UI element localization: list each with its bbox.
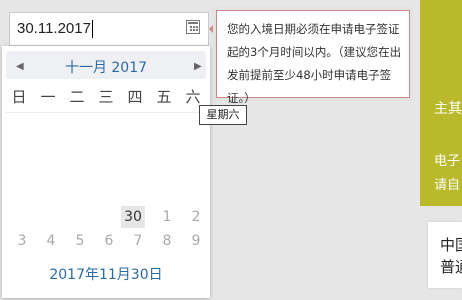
- day-cell-selected[interactable]: 30: [121, 206, 145, 228]
- weekday-fri: 五: [156, 88, 172, 106]
- white-panel-text-1: 中国: [440, 236, 462, 254]
- day-cell[interactable]: 9: [184, 230, 208, 252]
- weekday-sat: 六: [185, 88, 201, 106]
- day-cell[interactable]: 2: [184, 206, 208, 228]
- datepicker-popup: ◀ 十一月 2017 ▶ 日 一 二 三 四 五 六 30 1 2 3 4 5 …: [2, 46, 210, 298]
- notice-pointer: [209, 22, 216, 36]
- weekday-divider: [6, 112, 206, 113]
- today-link[interactable]: 2017年11月30日: [2, 264, 210, 284]
- info-panel-white: 中国普通: [428, 222, 462, 288]
- olive-panel-text-3: 请自: [434, 178, 461, 193]
- text-caret: [92, 20, 93, 38]
- month-title[interactable]: 十一月 2017: [6, 57, 206, 77]
- entry-date-notice: 您的入境日期必须在申请电子签证起的3个月时间以内。（建议您在出发前提前至少48小…: [213, 7, 413, 105]
- entry-date-value: 30.11.2017: [17, 20, 91, 37]
- day-cell[interactable]: 8: [155, 230, 179, 252]
- white-panel-text-2: 普通: [440, 258, 462, 276]
- olive-panel-text-lower: 电子 请自: [434, 150, 460, 198]
- day-cell[interactable]: 7: [126, 230, 150, 252]
- day-cell[interactable]: 1: [155, 206, 179, 228]
- entry-date-field[interactable]: 30.11.2017: [9, 12, 209, 46]
- day-cell[interactable]: 5: [68, 230, 92, 252]
- datepicker-header: ◀ 十一月 2017 ▶: [6, 51, 206, 79]
- weekday-mon: 一: [40, 88, 56, 106]
- weekday-row: 日 一 二 三 四 五 六: [2, 86, 210, 108]
- white-panel-text: 中国普通: [440, 234, 462, 278]
- weekday-thu: 四: [127, 88, 143, 106]
- olive-panel-text: 主其: [434, 101, 462, 117]
- olive-panel-text-2: 电子: [434, 154, 461, 169]
- weekday-sun: 日: [11, 88, 27, 106]
- day-cell[interactable]: 3: [10, 230, 34, 252]
- notice-text: 您的入境日期必须在申请电子签证起的3个月时间以内。（建议您在出发前提前至少48小…: [227, 22, 402, 105]
- next-month-icon[interactable]: ▶: [194, 61, 202, 72]
- weekday-tooltip: 星期六: [199, 105, 247, 125]
- calendar-icon[interactable]: [186, 20, 200, 34]
- info-panel-olive: 主其 电子 请自: [420, 0, 462, 206]
- day-cell[interactable]: 4: [39, 230, 63, 252]
- weekday-wed: 三: [98, 88, 114, 106]
- day-cell[interactable]: 6: [97, 230, 121, 252]
- weekday-tue: 二: [69, 88, 85, 106]
